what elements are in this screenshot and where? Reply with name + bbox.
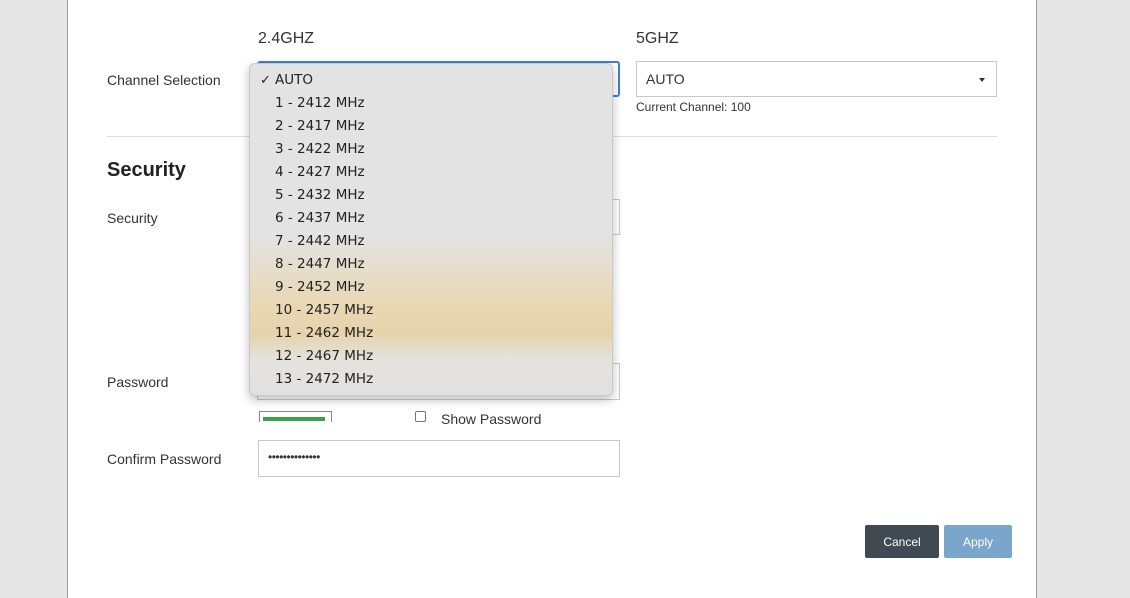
channel-option[interactable]: 8 - 2447 MHz	[250, 253, 612, 276]
password-strength-meter	[259, 411, 332, 422]
channel-option-label: 1 - 2412 MHz	[275, 95, 365, 111]
channel-option[interactable]: 12 - 2467 MHz	[250, 345, 612, 368]
channel-option[interactable]: 7 - 2442 MHz	[250, 230, 612, 253]
channel-5ghz-select[interactable]: AUTO	[636, 61, 997, 97]
channel-24ghz-dropdown-list: ✓ AUTO 1 - 2412 MHz 2 - 2417 MHz 3 - 2422 MH…	[249, 63, 613, 396]
channel-option[interactable]: 2 - 2417 MHz	[250, 115, 612, 138]
channel-option[interactable]: 13 - 2472 MHz	[250, 368, 612, 391]
channel-option-label: 8 - 2447 MHz	[275, 256, 365, 272]
channel-5ghz-value: AUTO	[646, 71, 685, 87]
channel-option[interactable]: 3 - 2422 MHz	[250, 138, 612, 161]
channel-option[interactable]: 6 - 2437 MHz	[250, 207, 612, 230]
channel-option-label: 7 - 2442 MHz	[275, 233, 365, 249]
confirm-password-label: Confirm Password	[107, 451, 222, 467]
channel-option-label: 10 - 2457 MHz	[275, 302, 374, 318]
channel-option-label: 12 - 2467 MHz	[275, 348, 374, 364]
security-label: Security	[107, 210, 158, 226]
password-strength-fill	[263, 417, 325, 421]
channel-option[interactable]: 9 - 2452 MHz	[250, 276, 612, 299]
channel-selection-label: Channel Selection	[107, 72, 221, 88]
channel-option[interactable]: 1 - 2412 MHz	[250, 92, 612, 115]
band-24ghz-heading: 2.4GHZ	[258, 30, 315, 47]
channel-option-label: 2 - 2417 MHz	[275, 118, 365, 134]
show-password-label[interactable]: Show Password	[441, 411, 541, 427]
check-icon: ✓	[260, 73, 271, 88]
chevron-down-icon	[979, 78, 985, 82]
current-channel-text: Current Channel: 100	[636, 100, 751, 114]
channel-option[interactable]: 11 - 2462 MHz	[250, 322, 612, 345]
confirm-password-input[interactable]: ••••••••••••••	[258, 440, 620, 477]
channel-option[interactable]: 5 - 2432 MHz	[250, 184, 612, 207]
channel-option-label: 5 - 2432 MHz	[275, 187, 365, 203]
channel-option-label: 3 - 2422 MHz	[275, 141, 365, 157]
show-password-checkbox[interactable]	[415, 411, 426, 422]
confirm-password-value: ••••••••••••••	[268, 450, 320, 464]
channel-option-label: 11 - 2462 MHz	[275, 325, 374, 341]
channel-option-label: 9 - 2452 MHz	[275, 279, 365, 295]
channel-option[interactable]: 4 - 2427 MHz	[250, 161, 612, 184]
channel-option-label: 13 - 2472 MHz	[275, 371, 374, 387]
channel-option-label: 6 - 2437 MHz	[275, 210, 365, 226]
password-label: Password	[107, 374, 169, 390]
security-section-title: Security	[107, 159, 186, 181]
band-5ghz-heading: 5GHZ	[636, 30, 679, 47]
cancel-button[interactable]: Cancel	[865, 525, 939, 558]
channel-option[interactable]: ✓ AUTO	[250, 69, 612, 92]
apply-button[interactable]: Apply	[944, 525, 1012, 558]
channel-option-label: 4 - 2427 MHz	[275, 164, 365, 180]
channel-option[interactable]: 10 - 2457 MHz	[250, 299, 612, 322]
channel-option-label: AUTO	[275, 72, 313, 88]
